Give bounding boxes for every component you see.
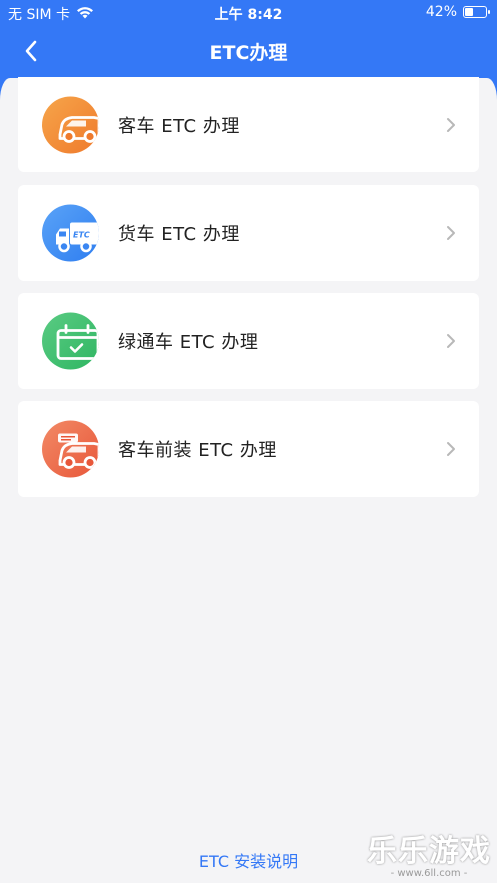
battery-level — [465, 8, 473, 16]
car-icon — [42, 96, 99, 153]
status-time: 上午 8:42 — [214, 7, 283, 23]
etc-options-list: 客车 ETC 办理 ETC 货车 ETC 办理 绿通车 ETC 办理 客车前装 … — [18, 77, 479, 509]
card-label: 绿通车 ETC 办理 — [118, 332, 259, 353]
nav-bar: ETC办理 — [0, 26, 497, 76]
battery-percent: 42% — [425, 4, 457, 20]
card-label: 货车 ETC 办理 — [118, 224, 240, 245]
card-label: 客车 ETC 办理 — [118, 115, 240, 137]
battery-icon — [463, 6, 490, 18]
status-bar: 无 SIM 卡 上午 8:42 42% — [0, 0, 497, 26]
watermark-text: 乐乐游戏 — [367, 834, 491, 869]
chevron-right-icon — [447, 442, 455, 456]
truck-etc-card[interactable]: ETC 货车 ETC 办理 — [18, 185, 479, 281]
chevron-right-icon — [447, 117, 455, 132]
truck-icon: ETC — [42, 204, 99, 262]
status-right: 42% — [425, 4, 490, 20]
green-channel-etc-card[interactable]: 绿通车 ETC 办理 — [18, 293, 479, 389]
chevron-right-icon — [447, 226, 455, 240]
car-preinstall-icon — [42, 420, 99, 478]
calendar-check-icon — [42, 312, 99, 370]
svg-text:ETC: ETC — [73, 231, 90, 240]
page-title: ETC办理 — [209, 42, 288, 64]
card-label: 客车前装 ETC 办理 — [118, 440, 277, 461]
watermark-logo: 乐乐游戏 - www.6ll.com - — [367, 826, 491, 879]
chevron-right-icon — [447, 334, 455, 348]
preinstall-car-etc-card[interactable]: 客车前装 ETC 办理 — [18, 401, 479, 497]
passenger-car-etc-card[interactable]: 客车 ETC 办理 — [18, 77, 479, 172]
